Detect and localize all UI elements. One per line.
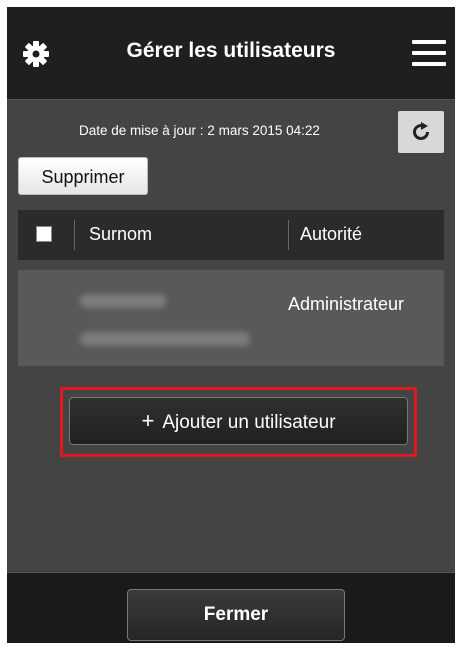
user-management-screen: Gérer les utilisateurs Date de mise à jo… [7,7,455,643]
add-user-label: Ajouter un utilisateur [162,412,336,433]
blurred-email [80,332,250,346]
column-divider [288,220,289,250]
footer-bar: Fermer [7,572,455,643]
close-button[interactable]: Fermer [127,589,345,641]
refresh-button[interactable] [398,111,444,153]
table-row[interactable]: Administrateur [18,270,444,366]
page-title: Gérer les utilisateurs [126,39,336,62]
plus-icon: + [141,408,155,433]
blurred-nickname [80,294,166,308]
column-divider [74,220,75,250]
delete-button[interactable]: Supprimer [18,157,148,195]
column-header-nickname: Surnom [89,224,153,244]
authority-cell: Administrateur [288,294,405,314]
column-header-authority: Autorité [300,224,363,244]
table-header: Surnom Autorité [18,210,444,260]
last-update-text: Date de mise à jour : 2 mars 2015 04:22 [79,123,320,138]
refresh-icon [413,122,429,140]
select-all-checkbox[interactable] [36,226,52,242]
add-user-button[interactable]: + Ajouter un utilisateur [69,397,408,445]
hamburger-menu-icon[interactable] [412,40,446,68]
gear-icon[interactable] [19,37,53,71]
header-bar: Gérer les utilisateurs [7,7,455,100]
